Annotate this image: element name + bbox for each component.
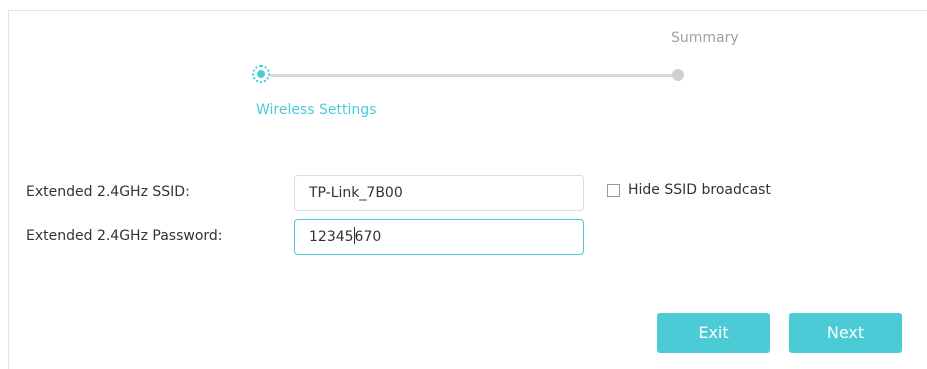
password-label: Extended 2.4GHz Password: (26, 228, 223, 244)
password-value-end: 670 (354, 229, 382, 245)
hide-ssid-checkbox[interactable] (607, 184, 620, 197)
active-step-dot (257, 70, 265, 78)
exit-button[interactable]: Exit (657, 313, 770, 353)
ssid-input[interactable]: TP-Link_7B00 (294, 175, 584, 211)
step-indicator-wireless-settings (252, 65, 270, 83)
password-value-start: 12345 (309, 229, 354, 245)
hide-ssid-label[interactable]: Hide SSID broadcast (628, 182, 771, 198)
next-button[interactable]: Next (789, 313, 902, 353)
step-indicator-summary (672, 69, 684, 81)
progress-track (265, 74, 678, 77)
ssid-label: Extended 2.4GHz SSID: (26, 184, 190, 200)
step-label-summary: Summary (671, 30, 739, 46)
step-label-wireless-settings: Wireless Settings (256, 102, 377, 118)
ssid-value: TP-Link_7B00 (309, 185, 403, 201)
password-input[interactable]: 12345670 (294, 219, 584, 255)
